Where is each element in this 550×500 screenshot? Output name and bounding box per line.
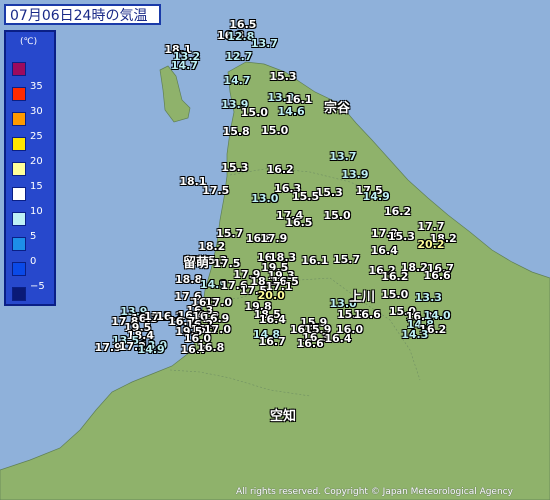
temperature-reading: 18.8 (174, 272, 203, 286)
temperature-reading: 17.9 (94, 341, 122, 355)
legend-label: 20 (30, 156, 43, 167)
legend-row: 25 (12, 131, 56, 155)
temperature-reading: 14.7 (223, 73, 251, 87)
temperature-reading: 16.2 (266, 162, 294, 176)
temperature-reading: 16.6 (423, 269, 451, 283)
temperature-reading: 16.4 (258, 312, 286, 326)
temperature-reading: 16.2 (381, 269, 409, 283)
temperature-reading: 12.7 (225, 50, 253, 64)
temperature-reading: 16.8 (197, 341, 225, 355)
legend-row: 10 (12, 206, 56, 230)
legend-swatch (12, 137, 26, 151)
temperature-reading: 15.0 (381, 287, 409, 301)
temperature-reading: 16.5 (285, 216, 313, 230)
legend-label: 0 (30, 256, 37, 267)
legend-label: 15 (30, 181, 43, 192)
temperature-reading: 16.4 (370, 244, 398, 258)
legend-row: 0 (12, 256, 56, 280)
temperature-legend: (℃) 35 30 25 20 15 10 5 0 −5 (4, 30, 56, 306)
map-title: 07月06日24時の気温 (4, 4, 161, 25)
legend-label: 5 (30, 231, 37, 242)
legend-row: 5 (12, 231, 56, 255)
temperature-reading: 15.3 (269, 69, 297, 83)
legend-unit-label: (℃) (20, 37, 38, 47)
temperature-reading: 15.5 (291, 189, 320, 203)
legend-swatch (12, 212, 26, 226)
legend-swatch (12, 187, 26, 201)
copyright-text: All rights reserved. Copyright © Japan M… (236, 487, 513, 497)
temperature-reading: 15.0 (240, 105, 268, 119)
temperature-reading: 13.7 (329, 150, 357, 164)
temperature-reading: 13.0 (251, 192, 279, 206)
temperature-reading: 15.0 (261, 124, 289, 138)
legend-label: 10 (30, 206, 43, 217)
legend-swatch (12, 287, 26, 301)
legend-row: 35 (12, 81, 56, 105)
legend-swatch (12, 237, 26, 251)
legend-row: 30 (12, 106, 56, 130)
temperature-reading: 16.4 (324, 332, 352, 346)
temperature-reading: 14.7 (170, 59, 198, 73)
temperature-reading: 16.7 (258, 335, 286, 349)
temperature-reading: 14.6 (277, 104, 305, 118)
temperature-reading: 15.8 (222, 124, 250, 138)
temperature-reading: 15.3 (221, 160, 249, 174)
temperature-reading: 14.3 (401, 328, 429, 342)
temperature-reading: 17.9 (260, 232, 288, 246)
city-label: 留萌 (183, 256, 210, 271)
legend-row: 15 (12, 181, 56, 205)
temperature-reading: 15.7 (333, 253, 361, 267)
temperature-reading: 15.7 (216, 227, 244, 241)
legend-label: 25 (30, 131, 43, 142)
temperature-reading: 20.2 (417, 238, 445, 252)
temperature-reading: 15.3 (387, 230, 415, 244)
temperature-reading: 15.0 (323, 209, 351, 223)
legend-label: −5 (30, 281, 45, 292)
legend-row (12, 62, 56, 80)
map-title-text: 07月06日24時の気温 (10, 7, 148, 24)
legend-row: 20 (12, 156, 56, 180)
city-label: 上川 (349, 290, 376, 305)
legend-label: 30 (30, 106, 43, 117)
temperature-reading: 16.2 (383, 205, 412, 219)
temperature-reading: 13.7 (250, 36, 278, 50)
temperature-reading: 16.6 (296, 337, 324, 351)
temperature-reading: 13.3 (414, 290, 442, 304)
legend-label: 35 (30, 81, 43, 92)
temperature-reading: 17.5 (202, 183, 230, 197)
legend-row: −5 (12, 281, 56, 305)
legend-swatch (12, 262, 26, 276)
legend-swatch (12, 112, 26, 126)
temperature-reading: 15.3 (315, 186, 343, 200)
city-label: 宗谷 (324, 101, 351, 116)
temperature-reading: 14.9 (137, 343, 165, 357)
temperature-reading: 16.1 (301, 254, 329, 268)
legend-swatch (12, 87, 26, 101)
legend-swatch (12, 62, 26, 76)
temperature-reading: 13.9 (341, 168, 369, 182)
legend-swatch (12, 162, 26, 176)
temperature-reading: 16.6 (353, 307, 381, 321)
temperature-reading: 14.9 (362, 189, 390, 203)
city-label: 空知 (270, 409, 297, 424)
